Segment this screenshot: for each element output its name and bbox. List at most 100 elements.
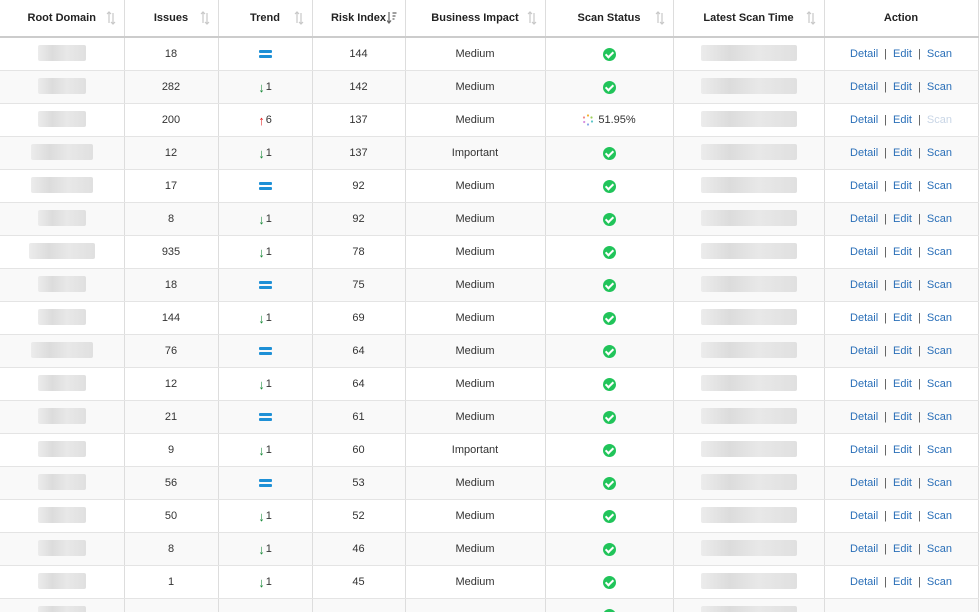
issues-count: 12 [164, 147, 178, 159]
edit-link[interactable]: Edit [893, 345, 912, 357]
column-header-latest-scan-time[interactable]: Latest Scan Time [673, 0, 825, 38]
table-row[interactable]: 144 ↓1 69 Medium Detail | Edit | Scan [0, 301, 979, 335]
scan-link[interactable]: Scan [927, 147, 952, 159]
scan-link[interactable]: Scan [927, 378, 952, 390]
detail-link[interactable]: Detail [850, 246, 878, 258]
scan-link[interactable]: Scan [927, 246, 952, 258]
detail-link[interactable]: Detail [850, 312, 878, 324]
sort-icon[interactable] [294, 11, 304, 25]
cell-scan-status [545, 334, 674, 368]
sort-icon[interactable] [200, 11, 210, 25]
scan-link[interactable]: Scan [927, 576, 952, 588]
action-separator: | [918, 279, 921, 291]
detail-link[interactable]: Detail [850, 378, 878, 390]
column-header-scan-status[interactable]: Scan Status [545, 0, 674, 38]
table-row[interactable]: 12 ↓1 137 Important Detail | Edit | Scan [0, 136, 979, 170]
edit-link[interactable]: Edit [893, 543, 912, 555]
scan-link[interactable]: Scan [927, 411, 952, 423]
scan-link[interactable]: Scan [927, 81, 952, 93]
check-circle-icon [602, 278, 616, 292]
edit-link[interactable]: Edit [893, 378, 912, 390]
detail-link[interactable]: Detail [850, 543, 878, 555]
edit-link[interactable]: Edit [893, 477, 912, 489]
detail-link[interactable]: Detail [850, 180, 878, 192]
column-header-root-domain[interactable]: Root Domain [0, 0, 125, 38]
scan-link[interactable]: Scan [927, 543, 952, 555]
detail-link[interactable]: Detail [850, 510, 878, 522]
cell-scan-status [545, 433, 674, 467]
edit-link[interactable]: Edit [893, 279, 912, 291]
table-row[interactable]: 12 ↓1 64 Medium Detail | Edit | Scan [0, 367, 979, 401]
sort-icon[interactable] [806, 11, 816, 25]
cell-root-domain [0, 169, 125, 203]
sort-icon[interactable] [106, 11, 116, 25]
scan-link[interactable]: Scan [927, 213, 952, 225]
scan-link[interactable]: Scan [927, 510, 952, 522]
table-row[interactable]: 50 ↓1 52 Medium Detail | Edit | Scan [0, 499, 979, 533]
action-separator: | [918, 576, 921, 588]
column-header-issues[interactable]: Issues [124, 0, 219, 38]
business-impact-value: Medium [455, 345, 495, 357]
detail-link[interactable]: Detail [850, 576, 878, 588]
scan-link[interactable]: Scan [927, 48, 952, 60]
detail-link[interactable]: Detail [850, 444, 878, 456]
edit-link[interactable]: Edit [893, 114, 912, 126]
table-row[interactable]: 8 ↓1 46 Medium Detail | Edit | Scan [0, 532, 979, 566]
edit-link[interactable]: Edit [893, 510, 912, 522]
detail-link[interactable]: Detail [850, 81, 878, 93]
edit-link[interactable]: Edit [893, 147, 912, 159]
table-row[interactable]: 18 75 Medium Detail | Edit | Scan [0, 268, 979, 302]
issues-count: 1 [167, 576, 175, 588]
detail-link[interactable]: Detail [850, 213, 878, 225]
column-header-trend[interactable]: Trend [218, 0, 313, 38]
cell-risk-index: 64 [312, 334, 406, 368]
cell-risk-index: 144 [312, 37, 406, 71]
issues-count: 76 [164, 345, 178, 357]
cell-business-impact: Important [405, 136, 546, 170]
edit-link[interactable]: Edit [893, 246, 912, 258]
edit-link[interactable]: Edit [893, 213, 912, 225]
table-row[interactable]: 18 144 Medium Detail | Edit | Scan [0, 37, 979, 71]
edit-link[interactable]: Edit [893, 576, 912, 588]
cell-action: Detail | Edit | Scan [824, 235, 979, 269]
scan-link[interactable]: Scan [927, 477, 952, 489]
table-row[interactable]: 200 ↑6 137 Medium 51.95% Detail | Edit | Scan [0, 103, 979, 137]
scan-link[interactable]: Scan [927, 444, 952, 456]
table-row[interactable]: 56 53 Medium Detail | Edit | Scan [0, 466, 979, 500]
sort-icon[interactable] [655, 11, 665, 25]
scan-link[interactable]: Scan [927, 312, 952, 324]
table-row[interactable]: 17 92 Medium Detail | Edit | Scan [0, 169, 979, 203]
table-row[interactable]: 282 ↓1 142 Medium Detail | Edit | Scan [0, 70, 979, 104]
detail-link[interactable]: Detail [850, 48, 878, 60]
cell-scan-status [545, 565, 674, 599]
table-row[interactable] [0, 598, 979, 612]
scan-link[interactable]: Scan [927, 279, 952, 291]
table-row[interactable]: 9 ↓1 60 Important Detail | Edit | Scan [0, 433, 979, 467]
detail-link[interactable]: Detail [850, 411, 878, 423]
table-row[interactable]: 76 64 Medium Detail | Edit | Scan [0, 334, 979, 368]
edit-link[interactable]: Edit [893, 312, 912, 324]
table-row[interactable]: 21 61 Medium Detail | Edit | Scan [0, 400, 979, 434]
table-row[interactable]: 8 ↓1 92 Medium Detail | Edit | Scan [0, 202, 979, 236]
edit-link[interactable]: Edit [893, 81, 912, 93]
detail-link[interactable]: Detail [850, 147, 878, 159]
redacted-domain [28, 242, 95, 259]
arrow-down-icon: ↓ [258, 145, 265, 161]
column-header-business-impact[interactable]: Business Impact [405, 0, 546, 38]
detail-link[interactable]: Detail [850, 477, 878, 489]
detail-link[interactable]: Detail [850, 345, 878, 357]
table-row[interactable]: 935 ↓1 78 Medium Detail | Edit | Scan [0, 235, 979, 269]
edit-link[interactable]: Edit [893, 411, 912, 423]
sort-icon[interactable] [527, 11, 537, 25]
trend-value: 1 [265, 378, 272, 390]
edit-link[interactable]: Edit [893, 444, 912, 456]
detail-link[interactable]: Detail [850, 114, 878, 126]
detail-link[interactable]: Detail [850, 279, 878, 291]
scan-link[interactable]: Scan [927, 180, 952, 192]
table-row[interactable]: 1 ↓1 45 Medium Detail | Edit | Scan [0, 565, 979, 599]
edit-link[interactable]: Edit [893, 180, 912, 192]
column-header-risk-index[interactable]: Risk Index [312, 0, 406, 38]
sort-descending-icon[interactable] [386, 11, 397, 25]
scan-link[interactable]: Scan [927, 345, 952, 357]
edit-link[interactable]: Edit [893, 48, 912, 60]
